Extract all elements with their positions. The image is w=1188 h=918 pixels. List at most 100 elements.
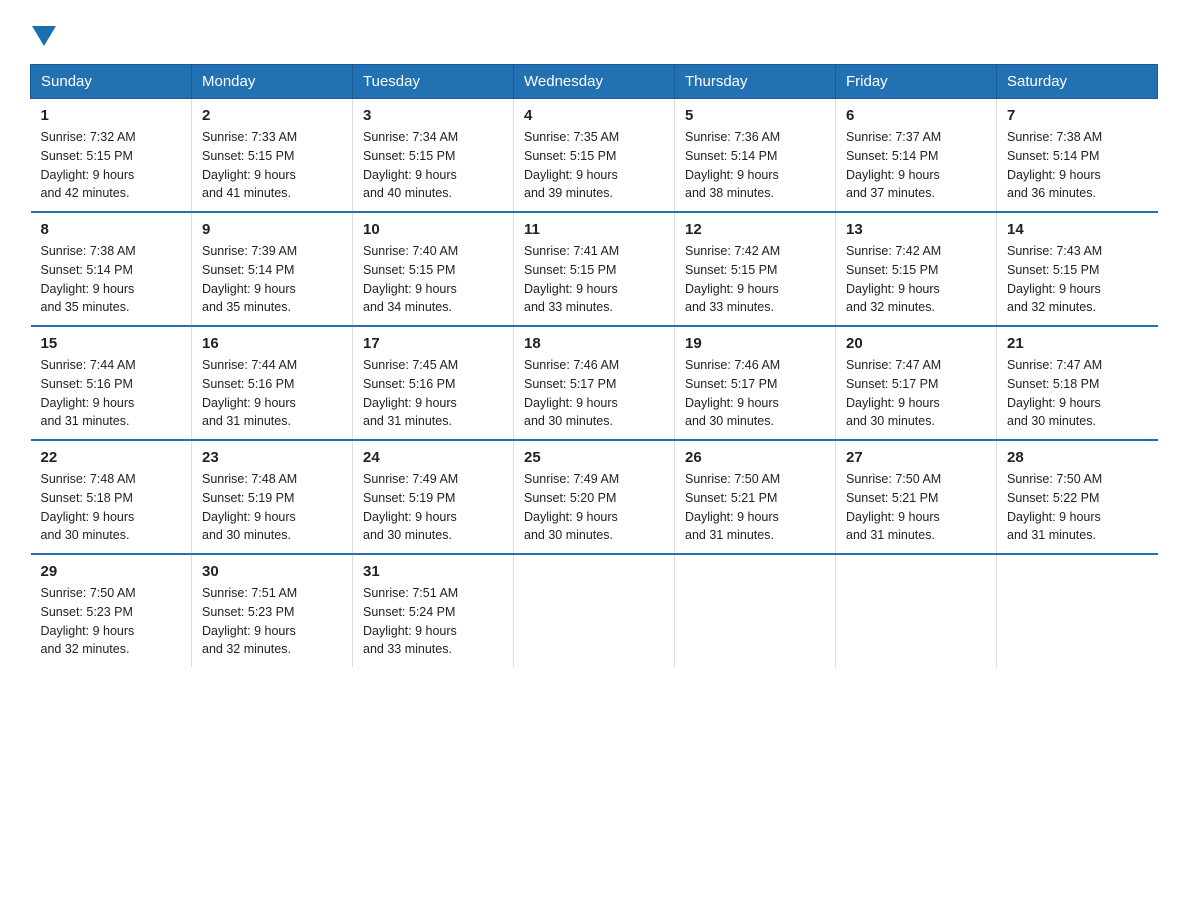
day-number: 2	[202, 107, 342, 124]
day-number: 18	[524, 335, 664, 352]
day-info: Sunrise: 7:50 AMSunset: 5:23 PMDaylight:…	[41, 586, 136, 656]
calendar-week-row: 22 Sunrise: 7:48 AMSunset: 5:18 PMDaylig…	[31, 440, 1158, 554]
day-number: 13	[846, 221, 986, 238]
day-info: Sunrise: 7:40 AMSunset: 5:15 PMDaylight:…	[363, 244, 458, 314]
logo-triangle-icon	[32, 26, 56, 46]
day-number: 1	[41, 107, 182, 124]
day-info: Sunrise: 7:50 AMSunset: 5:22 PMDaylight:…	[1007, 472, 1102, 542]
day-info: Sunrise: 7:48 AMSunset: 5:18 PMDaylight:…	[41, 472, 136, 542]
calendar-cell: 8 Sunrise: 7:38 AMSunset: 5:14 PMDayligh…	[31, 212, 192, 326]
calendar-cell: 26 Sunrise: 7:50 AMSunset: 5:21 PMDaylig…	[675, 440, 836, 554]
day-info: Sunrise: 7:36 AMSunset: 5:14 PMDaylight:…	[685, 130, 780, 200]
day-number: 11	[524, 221, 664, 238]
calendar-week-row: 15 Sunrise: 7:44 AMSunset: 5:16 PMDaylig…	[31, 326, 1158, 440]
day-info: Sunrise: 7:47 AMSunset: 5:18 PMDaylight:…	[1007, 358, 1102, 428]
day-number: 7	[1007, 107, 1148, 124]
weekday-header-saturday: Saturday	[997, 65, 1158, 99]
day-info: Sunrise: 7:46 AMSunset: 5:17 PMDaylight:…	[685, 358, 780, 428]
calendar-cell: 1 Sunrise: 7:32 AMSunset: 5:15 PMDayligh…	[31, 99, 192, 213]
day-number: 10	[363, 221, 503, 238]
day-number: 5	[685, 107, 825, 124]
calendar-cell: 23 Sunrise: 7:48 AMSunset: 5:19 PMDaylig…	[192, 440, 353, 554]
day-number: 17	[363, 335, 503, 352]
calendar-week-row: 29 Sunrise: 7:50 AMSunset: 5:23 PMDaylig…	[31, 554, 1158, 667]
calendar-cell: 28 Sunrise: 7:50 AMSunset: 5:22 PMDaylig…	[997, 440, 1158, 554]
calendar-cell: 25 Sunrise: 7:49 AMSunset: 5:20 PMDaylig…	[514, 440, 675, 554]
calendar-cell: 31 Sunrise: 7:51 AMSunset: 5:24 PMDaylig…	[353, 554, 514, 667]
day-info: Sunrise: 7:48 AMSunset: 5:19 PMDaylight:…	[202, 472, 297, 542]
calendar-cell: 30 Sunrise: 7:51 AMSunset: 5:23 PMDaylig…	[192, 554, 353, 667]
calendar-cell: 11 Sunrise: 7:41 AMSunset: 5:15 PMDaylig…	[514, 212, 675, 326]
day-number: 6	[846, 107, 986, 124]
calendar-cell: 15 Sunrise: 7:44 AMSunset: 5:16 PMDaylig…	[31, 326, 192, 440]
calendar-cell: 3 Sunrise: 7:34 AMSunset: 5:15 PMDayligh…	[353, 99, 514, 213]
calendar-cell: 13 Sunrise: 7:42 AMSunset: 5:15 PMDaylig…	[836, 212, 997, 326]
calendar-cell: 5 Sunrise: 7:36 AMSunset: 5:14 PMDayligh…	[675, 99, 836, 213]
day-number: 3	[363, 107, 503, 124]
calendar-cell: 16 Sunrise: 7:44 AMSunset: 5:16 PMDaylig…	[192, 326, 353, 440]
day-info: Sunrise: 7:50 AMSunset: 5:21 PMDaylight:…	[685, 472, 780, 542]
weekday-header-wednesday: Wednesday	[514, 65, 675, 99]
calendar-cell: 2 Sunrise: 7:33 AMSunset: 5:15 PMDayligh…	[192, 99, 353, 213]
calendar-header: SundayMondayTuesdayWednesdayThursdayFrid…	[31, 65, 1158, 99]
calendar-cell: 17 Sunrise: 7:45 AMSunset: 5:16 PMDaylig…	[353, 326, 514, 440]
day-info: Sunrise: 7:34 AMSunset: 5:15 PMDaylight:…	[363, 130, 458, 200]
logo	[30, 20, 56, 46]
day-number: 4	[524, 107, 664, 124]
day-number: 31	[363, 563, 503, 580]
weekday-header-monday: Monday	[192, 65, 353, 99]
day-number: 15	[41, 335, 182, 352]
day-number: 14	[1007, 221, 1148, 238]
day-info: Sunrise: 7:42 AMSunset: 5:15 PMDaylight:…	[846, 244, 941, 314]
day-info: Sunrise: 7:38 AMSunset: 5:14 PMDaylight:…	[41, 244, 136, 314]
calendar-cell: 29 Sunrise: 7:50 AMSunset: 5:23 PMDaylig…	[31, 554, 192, 667]
calendar-cell	[514, 554, 675, 667]
day-number: 19	[685, 335, 825, 352]
calendar-cell: 18 Sunrise: 7:46 AMSunset: 5:17 PMDaylig…	[514, 326, 675, 440]
day-number: 20	[846, 335, 986, 352]
weekday-header-tuesday: Tuesday	[353, 65, 514, 99]
day-number: 29	[41, 563, 182, 580]
weekday-header-thursday: Thursday	[675, 65, 836, 99]
day-info: Sunrise: 7:32 AMSunset: 5:15 PMDaylight:…	[41, 130, 136, 200]
day-info: Sunrise: 7:35 AMSunset: 5:15 PMDaylight:…	[524, 130, 619, 200]
day-number: 30	[202, 563, 342, 580]
calendar-cell: 22 Sunrise: 7:48 AMSunset: 5:18 PMDaylig…	[31, 440, 192, 554]
day-number: 24	[363, 449, 503, 466]
day-number: 27	[846, 449, 986, 466]
weekday-header-row: SundayMondayTuesdayWednesdayThursdayFrid…	[31, 65, 1158, 99]
day-info: Sunrise: 7:51 AMSunset: 5:24 PMDaylight:…	[363, 586, 458, 656]
day-info: Sunrise: 7:47 AMSunset: 5:17 PMDaylight:…	[846, 358, 941, 428]
calendar-cell: 21 Sunrise: 7:47 AMSunset: 5:18 PMDaylig…	[997, 326, 1158, 440]
day-info: Sunrise: 7:45 AMSunset: 5:16 PMDaylight:…	[363, 358, 458, 428]
day-info: Sunrise: 7:42 AMSunset: 5:15 PMDaylight:…	[685, 244, 780, 314]
calendar-body: 1 Sunrise: 7:32 AMSunset: 5:15 PMDayligh…	[31, 99, 1158, 668]
day-info: Sunrise: 7:44 AMSunset: 5:16 PMDaylight:…	[41, 358, 136, 428]
day-info: Sunrise: 7:49 AMSunset: 5:20 PMDaylight:…	[524, 472, 619, 542]
day-number: 25	[524, 449, 664, 466]
day-info: Sunrise: 7:50 AMSunset: 5:21 PMDaylight:…	[846, 472, 941, 542]
calendar-week-row: 1 Sunrise: 7:32 AMSunset: 5:15 PMDayligh…	[31, 99, 1158, 213]
calendar-week-row: 8 Sunrise: 7:38 AMSunset: 5:14 PMDayligh…	[31, 212, 1158, 326]
day-info: Sunrise: 7:37 AMSunset: 5:14 PMDaylight:…	[846, 130, 941, 200]
calendar-cell: 20 Sunrise: 7:47 AMSunset: 5:17 PMDaylig…	[836, 326, 997, 440]
day-info: Sunrise: 7:33 AMSunset: 5:15 PMDaylight:…	[202, 130, 297, 200]
calendar-cell: 27 Sunrise: 7:50 AMSunset: 5:21 PMDaylig…	[836, 440, 997, 554]
day-info: Sunrise: 7:38 AMSunset: 5:14 PMDaylight:…	[1007, 130, 1102, 200]
day-info: Sunrise: 7:46 AMSunset: 5:17 PMDaylight:…	[524, 358, 619, 428]
day-number: 8	[41, 221, 182, 238]
day-info: Sunrise: 7:43 AMSunset: 5:15 PMDaylight:…	[1007, 244, 1102, 314]
day-number: 23	[202, 449, 342, 466]
day-info: Sunrise: 7:41 AMSunset: 5:15 PMDaylight:…	[524, 244, 619, 314]
day-number: 21	[1007, 335, 1148, 352]
day-number: 28	[1007, 449, 1148, 466]
calendar-cell: 12 Sunrise: 7:42 AMSunset: 5:15 PMDaylig…	[675, 212, 836, 326]
calendar-cell: 24 Sunrise: 7:49 AMSunset: 5:19 PMDaylig…	[353, 440, 514, 554]
calendar-cell: 4 Sunrise: 7:35 AMSunset: 5:15 PMDayligh…	[514, 99, 675, 213]
day-info: Sunrise: 7:51 AMSunset: 5:23 PMDaylight:…	[202, 586, 297, 656]
calendar-cell: 7 Sunrise: 7:38 AMSunset: 5:14 PMDayligh…	[997, 99, 1158, 213]
day-info: Sunrise: 7:49 AMSunset: 5:19 PMDaylight:…	[363, 472, 458, 542]
calendar-cell: 9 Sunrise: 7:39 AMSunset: 5:14 PMDayligh…	[192, 212, 353, 326]
day-number: 22	[41, 449, 182, 466]
calendar-cell	[836, 554, 997, 667]
